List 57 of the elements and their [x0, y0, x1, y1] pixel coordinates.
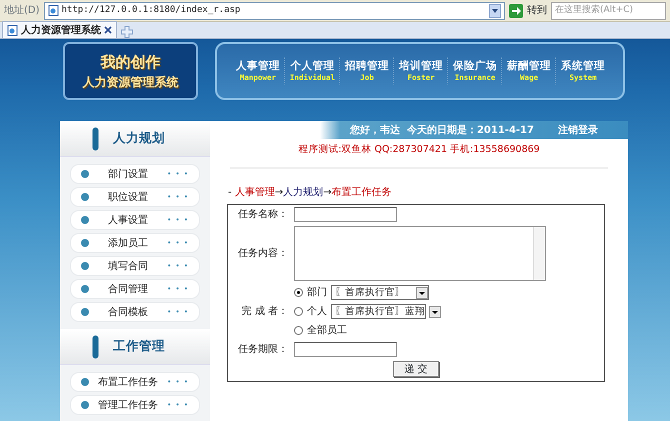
dot-icon [81, 193, 89, 201]
page-icon [48, 5, 59, 16]
radio-button[interactable] [294, 326, 303, 336]
field-label: 任务名称： [237, 208, 289, 222]
task-name-field[interactable] [294, 207, 397, 222]
radio-button[interactable] [294, 307, 303, 316]
url-text: http://127.0.0.1:8180/index_r.asp [62, 4, 242, 17]
caret-icon [416, 286, 428, 299]
field-label: 任务内容： [237, 246, 289, 262]
section-title: 工作管理 [113, 337, 165, 356]
item-label: 部门设置 [107, 168, 150, 182]
scrollbar[interactable] [533, 227, 545, 280]
logo-title: 我的创作 [100, 52, 160, 73]
logo-subtitle: 人力资源管理系统 [82, 74, 178, 92]
submit-button[interactable]: 递 交 [393, 361, 439, 378]
greeting-text: 您好，韦达 今天的日期是：2011-4-17 [350, 124, 534, 138]
breadcrumb-text: - 人事管理→人力规划→布置工作任务 [227, 186, 393, 200]
item-label: 合同模板 [107, 306, 150, 320]
dot-icon [81, 378, 89, 386]
tester-info: 程序测试:双鱼林 QQ:287307421 手机:13558690869 [230, 139, 608, 170]
arrow-icon [509, 4, 523, 18]
dot-icon [81, 285, 89, 293]
item-label: 管理工作任务 [97, 398, 160, 412]
tab-title: 人力资源管理系统 [21, 24, 101, 38]
section-title: 人力规划 [113, 129, 165, 148]
option-label: 全部员工 [307, 324, 347, 338]
address-field[interactable]: http://127.0.0.1:8180/index_r.asp [44, 2, 505, 20]
item-label: 布置工作任务 [97, 376, 160, 390]
select-field[interactable]: 〖首席执行官〗 [331, 285, 429, 300]
bar-icon [92, 126, 99, 150]
dot-icon [81, 239, 89, 247]
task-content-field[interactable] [294, 226, 546, 282]
radio-button[interactable] [294, 288, 303, 298]
field-label: 任务期限： [237, 342, 289, 358]
caret-icon [429, 306, 441, 318]
dot-icon [81, 401, 89, 409]
item-label: 添加员工 [107, 236, 150, 250]
option-label: 个人 [307, 305, 327, 320]
bar-icon [92, 334, 99, 358]
deadline-field[interactable] [294, 342, 397, 358]
dot-icon [81, 216, 89, 224]
page-icon [7, 24, 18, 36]
go-button[interactable]: 转到 [509, 3, 547, 18]
dot-icon [81, 170, 89, 178]
field-label: 完 成 者： [240, 304, 289, 320]
dropdown-icon[interactable] [489, 4, 501, 18]
logout-link[interactable]: 注销登录 [558, 122, 598, 138]
dot-icon [81, 308, 89, 316]
dot-icon [81, 262, 89, 270]
option-label: 部门 [307, 286, 327, 300]
item-label: 合同管理 [107, 282, 150, 296]
item-label: 填写合同 [107, 260, 150, 274]
address-label: 地址(D) [4, 4, 40, 18]
item-label: 人事设置 [107, 214, 150, 228]
browser-tab[interactable]: 人力资源管理系统 [2, 21, 117, 38]
item-label: 职位设置 [107, 190, 150, 204]
close-icon[interactable] [104, 26, 112, 34]
